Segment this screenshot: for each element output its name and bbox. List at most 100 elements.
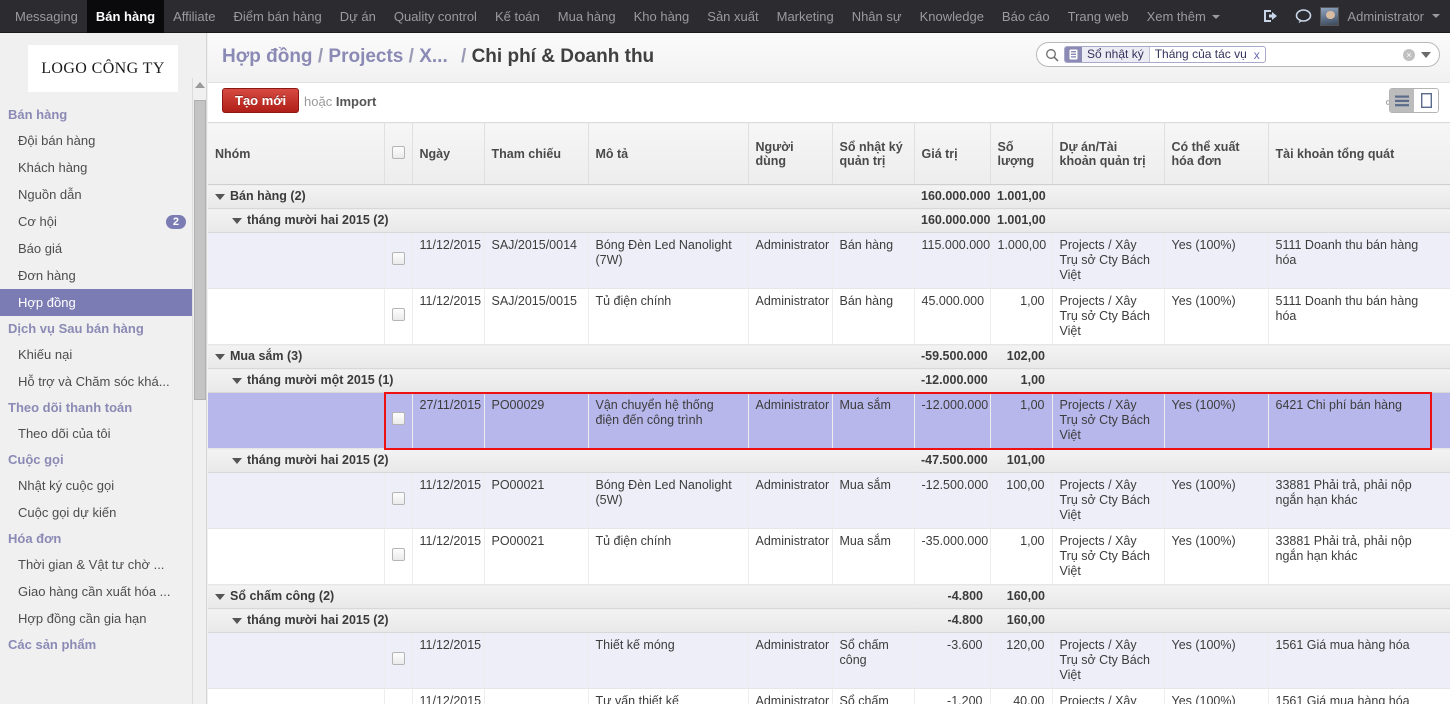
- caret-down-icon[interactable]: [215, 353, 225, 360]
- sidebar-item-3-1[interactable]: Cuộc gọi dự kiến: [0, 499, 206, 526]
- column-header-0[interactable]: Nhóm: [208, 122, 385, 185]
- group-row[interactable]: Mua sắm (3) -59.500.000 102,00: [208, 344, 1450, 369]
- create-button[interactable]: Tạo mới: [222, 88, 300, 113]
- signin-icon[interactable]: [1256, 0, 1286, 33]
- sidebar-item-0-2[interactable]: Nguồn dẫn: [0, 181, 206, 208]
- chat-icon[interactable]: [1288, 0, 1318, 33]
- column-header-6[interactable]: Sổ nhật ký quản trị: [832, 122, 915, 185]
- table-row[interactable]: 27/11/2015 PO00029 Vận chuyển hệ thống điệ…: [208, 392, 1450, 449]
- caret-down-icon[interactable]: [215, 593, 225, 600]
- scroll-up-arrow-icon[interactable]: [195, 82, 205, 88]
- caret-down-icon[interactable]: [232, 217, 242, 224]
- table-row[interactable]: 11/12/2015 PO00021 Tủ điện chính Administra…: [208, 528, 1450, 585]
- group-row[interactable]: tháng mười hai 2015 (2) -47.500.000 101,00: [208, 448, 1450, 473]
- group-row-label-cell[interactable]: Bán hàng (2): [208, 184, 914, 209]
- sidebar-item-4-1[interactable]: Giao hàng cần xuất hóa ...: [0, 578, 206, 605]
- table-row[interactable]: 11/12/2015 SAJ/2015/0015 Tủ điện chính Admi…: [208, 288, 1450, 345]
- sidebar-item-4-2[interactable]: Hợp đồng cần gia hạn: [0, 605, 206, 632]
- sidebar-item-0-4[interactable]: Báo giá: [0, 235, 206, 262]
- row-checkbox[interactable]: [391, 412, 405, 425]
- top-nav-item-8[interactable]: Kho hàng: [625, 0, 699, 33]
- column-header-5[interactable]: Người dùng: [748, 122, 833, 185]
- top-nav-item-11[interactable]: Nhân sự: [843, 0, 911, 33]
- group-row[interactable]: tháng mười một 2015 (1) -12.000.000 1,00: [208, 368, 1450, 393]
- row-checkbox[interactable]: [391, 652, 405, 665]
- sidebar-item-0-1[interactable]: Khách hàng: [0, 154, 206, 181]
- column-header-3[interactable]: Tham chiếu: [484, 122, 589, 185]
- column-header-11[interactable]: Tài khoản tổng quát: [1268, 122, 1450, 185]
- top-nav-item-12[interactable]: Knowledge: [911, 0, 993, 33]
- group-row-label-cell[interactable]: tháng mười một 2015 (1): [208, 368, 914, 393]
- column-header-9[interactable]: Dự án/Tài khoản quản trị: [1052, 122, 1165, 185]
- top-nav-item-6[interactable]: Kế toán: [486, 0, 549, 33]
- row-checkbox[interactable]: [391, 252, 405, 265]
- group-row-empty-cell: [1164, 184, 1268, 209]
- top-nav-item-13[interactable]: Báo cáo: [993, 0, 1059, 33]
- sidebar-item-1-0[interactable]: Khiếu nại: [0, 341, 206, 368]
- sidebar-item-3-0[interactable]: Nhật ký cuộc gọi: [0, 472, 206, 499]
- column-header-7[interactable]: Giá trị: [914, 122, 991, 185]
- row-checkbox[interactable]: [391, 548, 405, 561]
- scrollbar-thumb[interactable]: [194, 100, 206, 400]
- top-nav-item-3[interactable]: Điểm bán hàng: [225, 0, 331, 33]
- table-row[interactable]: 11/12/2015 PO00021 Bóng Đèn Led Nanolight …: [208, 472, 1450, 529]
- search-facet-remove[interactable]: x: [1254, 48, 1265, 62]
- table-row[interactable]: 11/12/2015 Thiết kế móng Administrator Sổ c…: [208, 632, 1450, 689]
- top-nav-item-15[interactable]: Xem thêm: [1138, 0, 1229, 33]
- group-row-label-cell[interactable]: Mua sắm (3): [208, 344, 914, 369]
- top-nav-item-7[interactable]: Mua hàng: [549, 0, 625, 33]
- top-nav-item-9[interactable]: Sản xuất: [698, 0, 767, 33]
- import-link[interactable]: Import: [336, 94, 376, 109]
- breadcrumb-item-2[interactable]: Projects: [328, 46, 403, 67]
- chevron-down-icon[interactable]: [1432, 14, 1440, 18]
- group-row-empty-cell: [1268, 344, 1450, 369]
- sidebar-scrollbar[interactable]: [192, 78, 206, 704]
- sidebar-item-1-1[interactable]: Hỗ trợ và Chăm sóc khá...: [0, 368, 206, 395]
- group-row-label-cell[interactable]: tháng mười hai 2015 (2): [208, 608, 914, 633]
- row-checkbox[interactable]: [391, 308, 405, 321]
- breadcrumb-item-3[interactable]: X...: [419, 46, 448, 67]
- sidebar-item-4-0[interactable]: Thời gian & Vật tư chờ ...: [0, 551, 206, 578]
- form-view-button[interactable]: [1414, 89, 1438, 112]
- table-row[interactable]: 11/12/2015 Tư vấn thiết kế Administrator Sổ…: [208, 688, 1450, 704]
- group-row-label-cell[interactable]: Sổ chấm công (2): [208, 584, 914, 609]
- top-nav-item-4[interactable]: Dự án: [331, 0, 385, 33]
- group-row-empty-cell: [1268, 368, 1450, 393]
- table-row[interactable]: 11/12/2015 SAJ/2015/0014 Bóng Đèn Led Nano…: [208, 232, 1450, 289]
- top-nav-item-10[interactable]: Marketing: [768, 0, 843, 33]
- search-facet[interactable]: Sổ nhật ký Tháng của tác vụ x: [1064, 46, 1266, 63]
- user-name[interactable]: Administrator: [1347, 9, 1424, 24]
- sidebar-item-0-6[interactable]: Hợp đồng: [0, 289, 206, 316]
- top-nav-item-0[interactable]: Messaging: [6, 0, 87, 33]
- column-header-8[interactable]: Số lượng: [990, 122, 1053, 185]
- top-nav-item-14[interactable]: Trang web: [1059, 0, 1138, 33]
- caret-down-icon[interactable]: [232, 377, 242, 384]
- column-header-4[interactable]: Mô tả: [588, 122, 749, 185]
- list-view-button[interactable]: [1390, 89, 1414, 112]
- sidebar-item-0-3[interactable]: Cơ hội 2: [0, 208, 206, 235]
- select-all-checkbox[interactable]: [391, 145, 405, 159]
- sidebar-item-0-0[interactable]: Đội bán hàng: [0, 127, 206, 154]
- search-icon: [1045, 48, 1059, 62]
- caret-down-icon[interactable]: [215, 193, 225, 200]
- caret-down-icon[interactable]: [232, 617, 242, 624]
- group-row-label-cell[interactable]: tháng mười hai 2015 (2): [208, 448, 914, 473]
- group-row[interactable]: Sổ chấm công (2) -4.800 160,00: [208, 584, 1450, 609]
- sidebar-item-2-0[interactable]: Theo dõi của tôi: [0, 420, 206, 447]
- group-row[interactable]: Bán hàng (2) 160.000.000 1.001,00: [208, 184, 1450, 209]
- column-header-10[interactable]: Có thể xuất hóa đơn: [1164, 122, 1269, 185]
- top-nav-item-2[interactable]: Affiliate: [164, 0, 224, 33]
- group-row[interactable]: tháng mười hai 2015 (2) 160.000.000 1.001,…: [208, 208, 1450, 233]
- group-row-label-cell[interactable]: tháng mười hai 2015 (2): [208, 208, 914, 233]
- column-header-2[interactable]: Ngày: [412, 122, 485, 185]
- group-row[interactable]: tháng mười hai 2015 (2) -4.800 160,00: [208, 608, 1450, 633]
- search-dropdown-icon[interactable]: [1421, 51, 1431, 58]
- breadcrumb-item-1[interactable]: Hợp đồng: [222, 46, 313, 67]
- caret-down-icon[interactable]: [232, 457, 242, 464]
- clear-search-icon[interactable]: ×: [1403, 48, 1415, 61]
- top-nav-item-5[interactable]: Quality control: [385, 0, 486, 33]
- sidebar-item-0-5[interactable]: Đơn hàng: [0, 262, 206, 289]
- search-bar[interactable]: Sổ nhật ký Tháng của tác vụ x ×: [1036, 42, 1440, 67]
- row-checkbox[interactable]: [391, 492, 405, 505]
- top-nav-item-1[interactable]: Bán hàng: [86, 0, 165, 33]
